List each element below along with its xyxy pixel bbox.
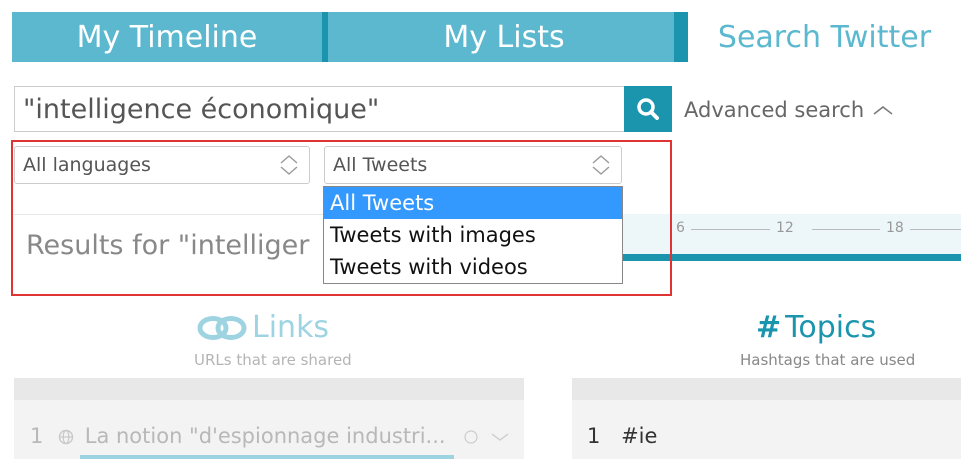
search-icon: [637, 98, 659, 120]
tweet-type-dropdown: All Tweets Tweets with images Tweets wit…: [323, 186, 623, 284]
tweet-type-select-value: All Tweets: [333, 154, 428, 176]
link-icon: [197, 315, 247, 340]
topic-rank: 1: [587, 424, 601, 448]
timeline-bar: [622, 254, 961, 261]
chevron-down-icon: [491, 433, 509, 441]
advanced-search-toggle[interactable]: Advanced search: [684, 98, 894, 122]
topics-subtitle: Hashtags that are used: [740, 351, 916, 369]
search-input[interactable]: [14, 86, 624, 132]
links-section-title: Links: [196, 310, 329, 345]
timeline-tick: 12: [770, 220, 800, 236]
results-heading: Results for "intelliger: [26, 230, 310, 261]
topics-title-text: Topics: [785, 310, 877, 345]
hashtag-icon: #: [756, 310, 782, 345]
link-preview-edge: [80, 455, 454, 459]
advanced-search-label: Advanced search: [684, 98, 865, 122]
globe-icon: [58, 429, 74, 445]
link-title: La notion "d'espionnage industri...: [84, 424, 446, 448]
timeline-tick: 6: [670, 220, 691, 236]
topic-list-item[interactable]: 1 #ie: [587, 424, 657, 448]
links-subtitle: URLs that are shared: [194, 351, 352, 369]
chevron-up-icon: [873, 106, 893, 115]
tab-divider: [674, 12, 688, 62]
link-rank: 1: [30, 424, 44, 448]
link-list-item[interactable]: 1 La notion "d'espionnage industri...: [30, 424, 509, 448]
timeline-axis-line: [690, 229, 780, 230]
option-all-tweets[interactable]: All Tweets: [324, 187, 622, 219]
tab-my-timeline[interactable]: My Timeline: [12, 12, 322, 62]
language-select-value: All languages: [23, 154, 151, 176]
tab-search-twitter[interactable]: Search Twitter: [688, 12, 961, 62]
tab-label: My Lists: [443, 19, 565, 55]
search-button[interactable]: [624, 86, 672, 132]
info-icon: [464, 430, 478, 444]
language-select[interactable]: All languages: [14, 146, 310, 184]
option-tweets-with-videos[interactable]: Tweets with videos: [324, 251, 622, 283]
spinner-arrows-icon: [592, 155, 610, 175]
topic-hashtag: #ie: [621, 424, 658, 448]
tab-my-lists[interactable]: My Lists: [328, 12, 680, 62]
topics-section-title: # Topics: [756, 310, 876, 345]
timeline-tick: 18: [880, 220, 910, 236]
tweet-type-select[interactable]: All Tweets: [324, 146, 622, 184]
tab-label: Search Twitter: [717, 19, 932, 55]
tab-label: My Timeline: [76, 19, 258, 55]
spinner-arrows-icon: [280, 155, 298, 175]
links-title-text: Links: [252, 310, 330, 345]
option-tweets-with-images[interactable]: Tweets with images: [324, 219, 622, 251]
